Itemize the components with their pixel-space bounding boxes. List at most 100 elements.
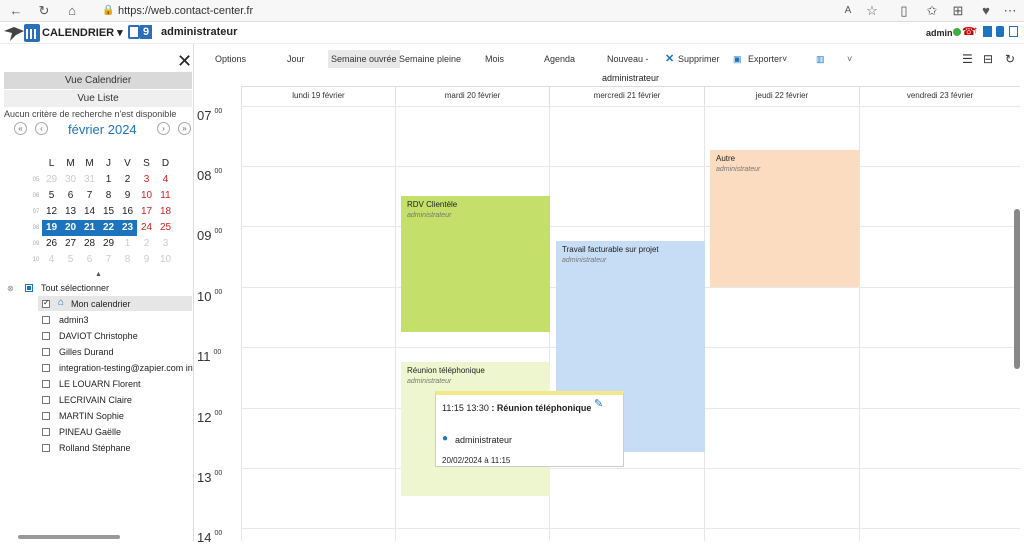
calendar-checkbox[interactable]: [42, 444, 50, 452]
view-calendar-button[interactable]: Vue Calendrier: [4, 72, 192, 89]
event-autre[interactable]: Autre administrateur: [710, 150, 859, 287]
home-icon[interactable]: ⌂: [64, 3, 80, 19]
day-cell[interactable]: 1: [118, 236, 137, 252]
chart-icon[interactable]: ▥: [816, 50, 825, 68]
day-cell[interactable]: 18: [156, 204, 175, 220]
day-cell[interactable]: 29: [42, 172, 61, 188]
day-cell[interactable]: 15: [99, 204, 118, 220]
collapse-icon[interactable]: ▲: [95, 271, 102, 278]
day-header[interactable]: lundi 19 février: [241, 87, 395, 104]
calendar-checkbox[interactable]: [42, 428, 50, 436]
back-icon[interactable]: ←: [8, 3, 24, 19]
day-cell[interactable]: 14: [80, 204, 99, 220]
day-cell[interactable]: 3: [156, 236, 175, 252]
day-cell[interactable]: 29: [99, 236, 118, 252]
day-cell[interactable]: 16: [118, 204, 137, 220]
split-icon[interactable]: ▯: [896, 3, 912, 19]
day-header[interactable]: mardi 20 février: [395, 87, 549, 104]
notification-badge[interactable]: 9: [140, 25, 152, 39]
prev-month-icon[interactable]: ‹: [35, 122, 48, 135]
day-cell[interactable]: 28: [80, 236, 99, 252]
day-cell[interactable]: 30: [61, 172, 80, 188]
calendar-checkbox[interactable]: [42, 316, 50, 324]
calendar-checkbox[interactable]: [42, 348, 50, 356]
sidebar-scrollbar[interactable]: [18, 535, 120, 539]
calendar-checkbox[interactable]: ✓: [42, 298, 50, 308]
read-aloud-icon[interactable]: A: [840, 3, 856, 19]
day-cell[interactable]: 12: [42, 204, 61, 220]
dropdown-icon[interactable]: ˅: [847, 50, 852, 68]
day-cell-selected[interactable]: 21: [80, 220, 99, 236]
prev-year-icon[interactable]: «: [14, 122, 27, 135]
day-cell[interactable]: 13: [61, 204, 80, 220]
day-cell[interactable]: 2: [118, 172, 137, 188]
app-title[interactable]: CALENDRIER ▾: [42, 26, 123, 39]
event-rdv-clientele[interactable]: RDV Clientèle administrateur: [401, 196, 550, 332]
month-view-button[interactable]: Mois: [485, 50, 504, 68]
day-cell[interactable]: 10: [156, 252, 175, 268]
edit-icon[interactable]: ✎: [594, 397, 603, 410]
day-cell[interactable]: 4: [156, 172, 175, 188]
event-popup[interactable]: 11:15 13:30 : Réunion téléphonique ✎ ● a…: [435, 391, 624, 467]
favorites-icon[interactable]: ✩: [924, 3, 940, 19]
day-header[interactable]: vendredi 23 février: [859, 87, 1020, 104]
agenda-button[interactable]: Agenda: [544, 50, 575, 68]
task-icon[interactable]: [128, 25, 140, 39]
calendar-checkbox[interactable]: [42, 380, 50, 388]
url-bar[interactable]: 🔒 https://web.contact-center.fr: [100, 3, 890, 19]
refresh-calendar-icon[interactable]: ↻: [1005, 50, 1015, 68]
day-cell[interactable]: 9: [137, 252, 156, 268]
day-cell[interactable]: 6: [61, 188, 80, 204]
day-cell[interactable]: 7: [99, 252, 118, 268]
day-cell[interactable]: 6: [80, 252, 99, 268]
calendar-checkbox[interactable]: [42, 412, 50, 420]
day-cell[interactable]: 8: [118, 252, 137, 268]
day-cell[interactable]: 27: [61, 236, 80, 252]
next-year-icon[interactable]: »: [178, 122, 191, 135]
remove-icon[interactable]: ⊗: [7, 284, 14, 293]
day-cell[interactable]: 26: [42, 236, 61, 252]
split-view-icon[interactable]: ⊟: [983, 50, 993, 68]
day-cell[interactable]: 2: [137, 236, 156, 252]
day-cell[interactable]: 3: [137, 172, 156, 188]
day-cell-selected[interactable]: 19: [42, 220, 61, 236]
day-cell-selected[interactable]: 22: [99, 220, 118, 236]
calendar-checkbox[interactable]: [42, 364, 50, 372]
screen-icon[interactable]: [1009, 26, 1018, 37]
day-cell-selected[interactable]: 23: [118, 220, 137, 236]
close-icon[interactable]: ✕: [177, 52, 192, 70]
exit-icon[interactable]: [983, 26, 992, 37]
day-cell[interactable]: 17: [137, 204, 156, 220]
calendar-scrollbar[interactable]: [1014, 209, 1020, 369]
select-all-checkbox[interactable]: [25, 284, 33, 292]
list-icon[interactable]: ☰: [962, 50, 973, 68]
day-header[interactable]: mercredi 21 février: [549, 87, 704, 104]
view-list-button[interactable]: Vue Liste: [4, 90, 192, 107]
day-cell[interactable]: 11: [156, 188, 175, 204]
day-cell[interactable]: 4: [42, 252, 61, 268]
day-view-button[interactable]: Jour: [287, 50, 305, 68]
day-cell[interactable]: 31: [80, 172, 99, 188]
menu-icon[interactable]: ⋯: [1002, 3, 1018, 19]
delete-button[interactable]: Supprimer: [678, 50, 720, 68]
day-cell[interactable]: 10: [137, 188, 156, 204]
database-icon[interactable]: [996, 26, 1004, 37]
options-button[interactable]: Options: [215, 50, 246, 68]
delete-icon[interactable]: ✕: [665, 50, 674, 68]
extensions-icon[interactable]: ♥: [978, 3, 994, 19]
arrow-up-icon[interactable]: ↑: [973, 25, 978, 36]
day-cell[interactable]: 25: [156, 220, 175, 236]
admin-label[interactable]: admin: [926, 28, 953, 38]
refresh-icon[interactable]: ↻: [36, 3, 52, 19]
day-cell[interactable]: 5: [61, 252, 80, 268]
day-cell[interactable]: 7: [80, 188, 99, 204]
day-cell-selected[interactable]: 20: [61, 220, 80, 236]
day-cell[interactable]: 9: [118, 188, 137, 204]
work-week-button[interactable]: Semaine ouvrée: [328, 50, 400, 68]
next-month-icon[interactable]: ›: [157, 122, 170, 135]
new-button[interactable]: Nouveau -: [607, 50, 649, 68]
day-cell[interactable]: 1: [99, 172, 118, 188]
day-cell[interactable]: 8: [99, 188, 118, 204]
full-week-button[interactable]: Semaine pleine: [399, 50, 461, 68]
favorite-icon[interactable]: ☆: [864, 3, 880, 19]
